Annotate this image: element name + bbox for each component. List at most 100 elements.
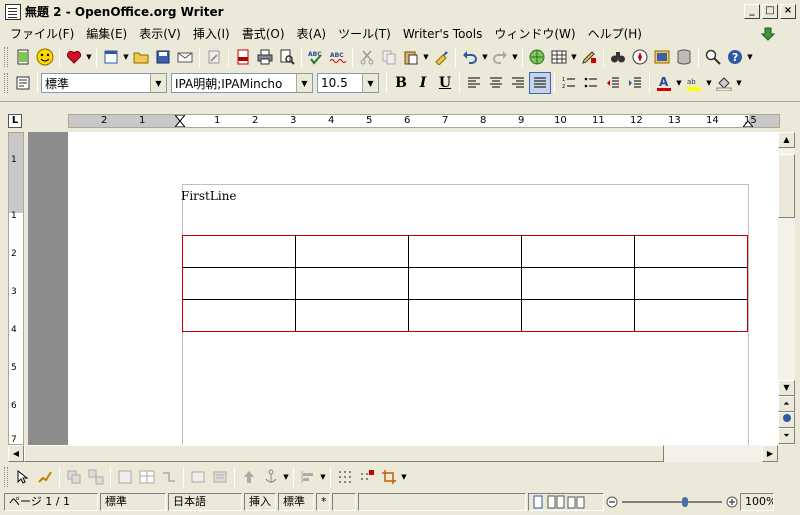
toolbar-grip[interactable] [4,467,8,487]
first-line-text[interactable]: FirstLine [181,189,237,203]
smiley-icon[interactable] [34,46,56,68]
chevron-down-icon[interactable]: ▼ [296,74,312,92]
align-center-icon[interactable] [485,72,507,94]
connector-icon[interactable] [158,466,180,488]
highlighting-icon[interactable]: ab [683,72,705,94]
table-cell[interactable] [408,235,522,268]
status-zoom[interactable]: 100% [740,493,774,511]
table-cell[interactable] [182,267,296,300]
indent-marker-icon[interactable] [175,115,185,127]
bring-to-front-icon[interactable] [238,466,260,488]
zoom-icon[interactable] [702,46,724,68]
zoom-slider-knob[interactable] [682,497,688,507]
font-name-select[interactable]: IPA明朝;IPAMincho ▼ [171,73,313,93]
undo-dropdown-arrow-icon[interactable]: ▼ [481,53,489,61]
table-cell[interactable] [521,235,635,268]
menu-writers-tools[interactable]: Writer's Tools [397,25,489,43]
minimize-button[interactable]: _ [744,4,760,19]
menu-file[interactable]: ファイル(F) [4,25,80,43]
ungroup-icon[interactable] [85,466,107,488]
bold-button[interactable]: B [390,72,412,94]
underline-button[interactable]: U [434,72,456,94]
table-cell[interactable] [634,235,748,268]
bullets-icon[interactable] [580,72,602,94]
crop-icon[interactable] [378,466,400,488]
font-size-select[interactable]: 10.5 ▼ [317,73,379,93]
edit-points-icon[interactable] [34,466,56,488]
table-grid-icon[interactable] [136,466,158,488]
undo-icon[interactable] [459,46,481,68]
wrap-icon[interactable] [187,466,209,488]
zoom-out-icon[interactable] [606,496,618,508]
font-color-icon[interactable]: A [653,72,675,94]
font-color-dropdown-arrow-icon[interactable]: ▼ [675,79,683,87]
show-draw-functions-icon[interactable] [578,46,600,68]
spellcheck-icon[interactable]: ABC [305,46,327,68]
background-color-icon[interactable] [713,72,735,94]
ruler-track[interactable]: 2 1 1 2 3 4 5 6 7 8 9 10 11 12 13 14 15 [68,114,780,128]
table-cell[interactable] [295,235,409,268]
redo-icon[interactable] [489,46,511,68]
numbering-icon[interactable]: 12 [558,72,580,94]
new-dropdown-arrow-icon[interactable]: ▼ [122,53,130,61]
table-cell[interactable] [408,299,522,332]
menu-insert[interactable]: 挿入(I) [187,25,236,43]
table-cell[interactable] [634,299,748,332]
table-cell[interactable] [295,267,409,300]
scroll-down-icon[interactable]: ▼ [778,380,795,396]
menu-edit[interactable]: 編集(E) [80,25,133,43]
zoom-slider[interactable] [606,493,738,511]
edit-file-icon[interactable] [203,46,225,68]
toolbar-grip[interactable] [4,73,8,93]
insert-table-icon[interactable] [548,46,570,68]
tab-type-button[interactable]: L [8,114,22,128]
scroll-left-icon[interactable]: ◀ [8,445,24,462]
chevron-down-icon[interactable]: ▼ [150,74,166,92]
align-dropdown-arrow-icon[interactable]: ▼ [319,473,327,481]
italic-button[interactable]: I [412,72,434,94]
anchor-icon[interactable] [260,466,282,488]
horizontal-scroll-thumb[interactable] [24,445,664,462]
vertical-scrollbar[interactable]: ▲ ▼ ⏶ ⏷ [778,132,795,445]
gallery-icon[interactable] [651,46,673,68]
toolbar-overflow-icon[interactable]: ▼ [746,53,754,61]
vertical-ruler[interactable]: 1 1 2 3 4 5 6 7 [8,132,24,445]
styles-formatting-icon[interactable] [12,72,34,94]
table-cell[interactable] [408,267,522,300]
table-cell[interactable] [182,299,296,332]
document-table[interactable] [182,235,748,332]
horizontal-scrollbar[interactable]: ◀ ▶ [8,445,778,462]
table-cell[interactable] [521,299,635,332]
previous-page-icon[interactable]: ⏶ [778,396,795,412]
find-replace-icon[interactable] [607,46,629,68]
hyperlink-icon[interactable] [526,46,548,68]
align-right-icon[interactable] [507,72,529,94]
new-icon[interactable] [100,46,122,68]
chevron-down-icon[interactable]: ▼ [362,74,378,92]
print-icon[interactable] [254,46,276,68]
scroll-right-icon[interactable]: ▶ [762,445,778,462]
table-cell[interactable] [521,267,635,300]
toolbar-overflow-icon[interactable]: ▼ [400,473,408,481]
grid-icon[interactable] [334,466,356,488]
highlighting-dropdown-arrow-icon[interactable]: ▼ [705,79,713,87]
export-pdf-icon[interactable] [232,46,254,68]
justify-icon[interactable] [529,72,551,94]
select-pointer-icon[interactable] [12,466,34,488]
vertical-scroll-thumb[interactable] [778,154,795,218]
status-selection-mode[interactable]: 標準 [278,493,314,511]
maximize-button[interactable]: □ [762,4,778,19]
open-folder-icon[interactable] [130,46,152,68]
navigator-icon[interactable] [629,46,651,68]
increase-indent-icon[interactable] [624,72,646,94]
status-insert-mode[interactable]: 挿入 [244,493,276,511]
menu-window[interactable]: ウィンドウ(W) [488,25,581,43]
toolbar-collapse-bar[interactable] [0,101,800,107]
copy-icon[interactable] [378,46,400,68]
horizontal-ruler[interactable]: L 2 1 1 2 3 4 5 6 7 8 9 10 11 12 13 14 1… [0,110,800,132]
anchor-dropdown-arrow-icon[interactable]: ▼ [282,473,290,481]
status-style[interactable]: 標準 [100,493,166,511]
table-cell[interactable] [295,299,409,332]
table-dropdown-arrow-icon[interactable]: ▼ [570,53,578,61]
close-button[interactable]: × [780,4,796,19]
